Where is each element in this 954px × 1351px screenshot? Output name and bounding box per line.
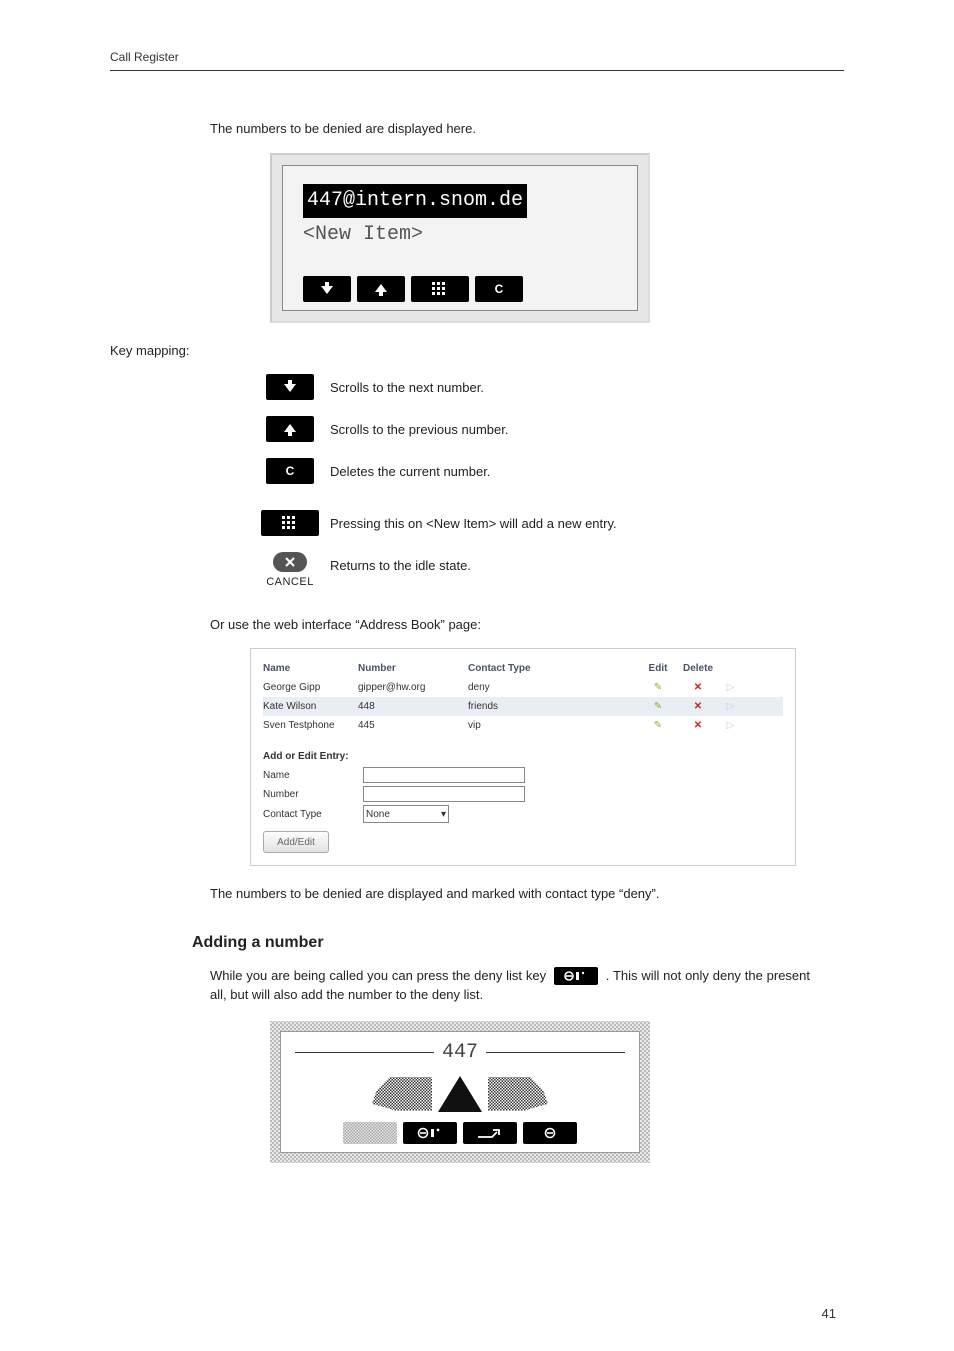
webintro-paragraph: Or use the web interface “Address Book” … (210, 615, 810, 635)
page-number: 41 (822, 1306, 836, 1321)
delete-icon[interactable]: ✕ (694, 682, 702, 693)
table-row: Sven Testphone 445 vip ✎ ✕ ▷ (263, 716, 783, 735)
select-value: None (366, 807, 390, 822)
cell-name: Kate Wilson (263, 699, 358, 714)
form-contact-select[interactable]: None ▾ (363, 805, 449, 823)
cancel-key-icon (273, 552, 307, 572)
play-icon[interactable]: ▷ (727, 720, 735, 731)
deny-circle-key-icon (523, 1122, 577, 1144)
handset-right-icon (488, 1077, 548, 1111)
form-name-input[interactable] (363, 767, 525, 783)
lcd-line-1: 447@intern.snom.de (303, 184, 527, 218)
cell-number: 448 (358, 699, 468, 714)
transfer-key-icon (463, 1122, 517, 1144)
arrow-up-icon (266, 416, 314, 442)
table-row: Kate Wilson 448 friends ✎ ✕ ▷ (263, 697, 783, 716)
add-edit-button[interactable]: Add/Edit (263, 831, 329, 853)
cell-name: Sven Testphone (263, 718, 358, 733)
page-header: Call Register (110, 50, 844, 64)
arrow-down-icon (303, 276, 351, 302)
handset-left-icon (372, 1077, 432, 1111)
form-name-label: Name (263, 768, 363, 783)
lcd-figure: 447@intern.snom.de <New Item> (270, 153, 650, 323)
keymap-up-text: Scrolls to the previous number. (330, 416, 810, 440)
clear-key-icon: C (475, 276, 523, 302)
th-edit: Edit (638, 661, 678, 676)
cell-contact: deny (468, 680, 598, 695)
intro-paragraph: The numbers to be denied are displayed h… (210, 119, 810, 139)
cancel-key-label: CANCEL (266, 574, 314, 591)
th-name: Name (263, 661, 358, 676)
adding-text-a: While you are being called you can press… (210, 968, 550, 983)
cell-contact: friends (468, 699, 598, 714)
keymap-grid-text: Pressing this on <New Item> will add a n… (330, 510, 810, 534)
caller-triangle-icon (438, 1076, 482, 1112)
clear-key-icon: C (266, 458, 314, 484)
chevron-down-icon: ▾ (441, 807, 446, 822)
adding-paragraph: While you are being called you can press… (210, 966, 810, 1005)
addressbook-figure: Name Number Contact Type Edit Delete Geo… (250, 648, 796, 866)
soft-key-blank (343, 1122, 397, 1144)
keymap-down-text: Scrolls to the next number. (330, 374, 810, 398)
keymap-clear-text: Deletes the current number. (330, 458, 810, 482)
play-icon[interactable]: ▷ (727, 682, 735, 693)
cell-contact: vip (468, 718, 598, 733)
form-title: Add or Edit Entry: (263, 749, 783, 764)
cell-number: 445 (358, 718, 468, 733)
form-number-input[interactable] (363, 786, 525, 802)
section-heading: Adding a number (192, 934, 844, 952)
th-delete: Delete (678, 661, 718, 676)
deny-key-icon (554, 967, 598, 985)
grid-icon (411, 276, 469, 302)
form-contact-label: Contact Type (263, 807, 363, 822)
play-icon[interactable]: ▷ (727, 701, 735, 712)
arrow-up-icon (357, 276, 405, 302)
edit-icon[interactable]: ✎ (654, 682, 662, 693)
grid-icon (261, 510, 319, 536)
keymap-title: Key mapping: (110, 341, 810, 361)
deny-key-icon (403, 1122, 457, 1144)
cell-name: George Gipp (263, 680, 358, 695)
edit-icon[interactable]: ✎ (654, 720, 662, 731)
delete-icon[interactable]: ✕ (694, 701, 702, 712)
svg-text:C: C (495, 282, 504, 296)
keymap-cancel-text: Returns to the idle state. (330, 552, 810, 576)
edit-icon[interactable]: ✎ (654, 701, 662, 712)
lcd-line-2: <New Item> (303, 220, 617, 250)
incoming-call-figure: 447 (270, 1021, 650, 1163)
after-table-paragraph: The numbers to be denied are displayed a… (210, 884, 810, 904)
delete-icon[interactable]: ✕ (694, 720, 702, 731)
form-number-label: Number (263, 787, 363, 802)
th-contact: Contact Type (468, 661, 598, 676)
incoming-number: 447 (434, 1038, 486, 1068)
arrow-down-icon (266, 374, 314, 400)
table-row: George Gipp gipper@hw.org deny ✎ ✕ ▷ (263, 678, 783, 697)
header-rule (110, 70, 844, 71)
th-number: Number (358, 661, 468, 676)
svg-text:C: C (286, 464, 295, 478)
cell-number: gipper@hw.org (358, 680, 468, 695)
